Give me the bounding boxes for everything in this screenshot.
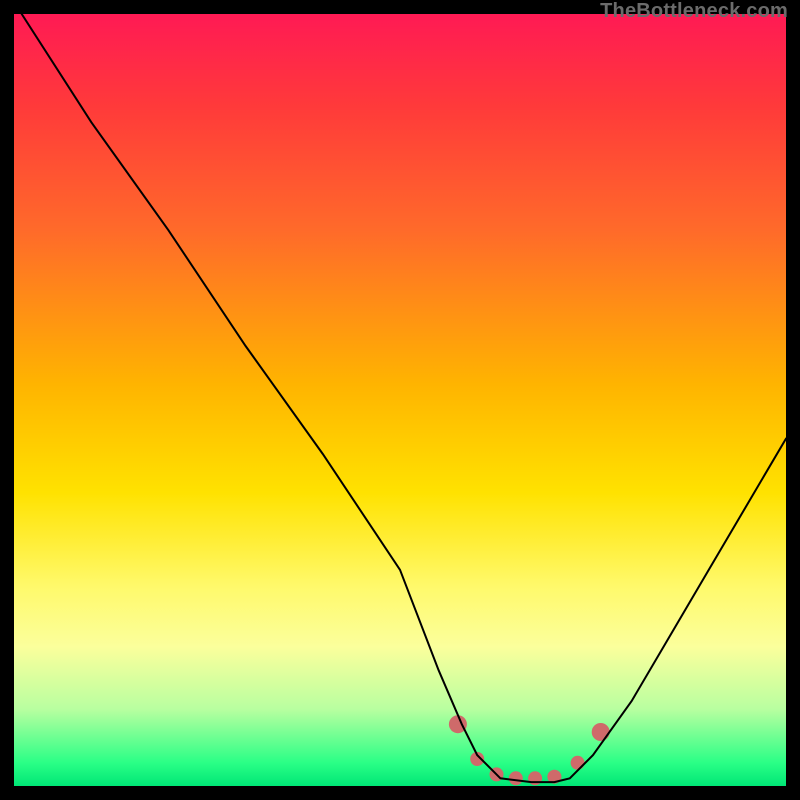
watermark-label: TheBottleneck.com [600, 0, 788, 23]
highlight-marker [470, 752, 484, 766]
highlight-marker [509, 771, 523, 785]
highlight-marker [449, 715, 467, 733]
highlight-marker [571, 756, 585, 770]
highlight-marker [528, 771, 542, 785]
highlight-markers-group [449, 715, 610, 785]
highlight-marker [592, 723, 610, 741]
chart-plot-area [14, 14, 786, 786]
chart-svg-layer [14, 14, 786, 786]
bottleneck-curve-path [22, 14, 786, 782]
highlight-marker [490, 767, 504, 781]
chart-stage: TheBottleneck.com [0, 0, 800, 800]
highlight-marker [547, 770, 561, 784]
